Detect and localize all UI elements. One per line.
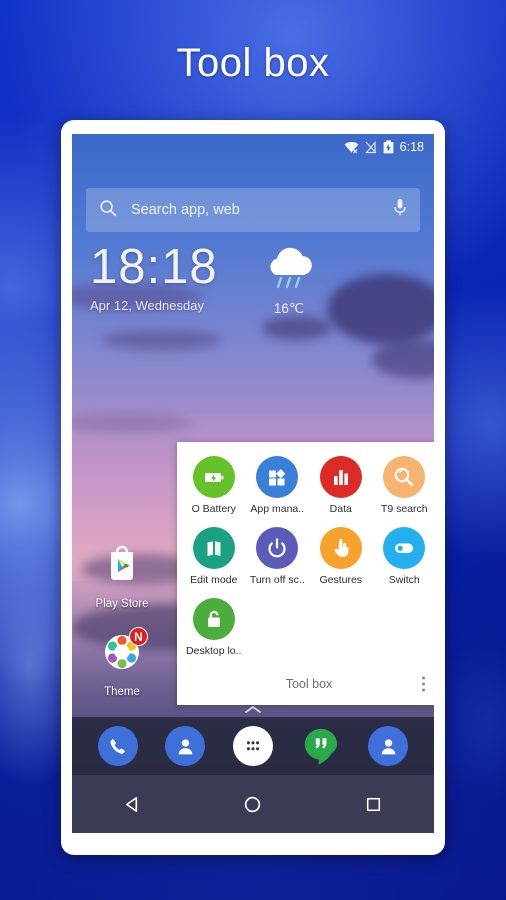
dock-item-contacts[interactable] [165, 726, 206, 766]
toolbox-item-switch[interactable]: Switch [373, 525, 435, 590]
edit-mode-icon [192, 527, 235, 569]
toolbox-item-label: Gestures [319, 574, 363, 586]
toolbox-item-data[interactable]: Data [309, 454, 373, 519]
wifi-off-icon [344, 141, 359, 154]
theme-icon: N [98, 627, 148, 681]
toolbox-grid: O Battery App mana.. Data T9 search Edit… [177, 442, 434, 663]
status-bar: 6:18 [72, 134, 434, 160]
weather-temperature: 16℃ [273, 301, 305, 316]
toolbox-item-edit-mode[interactable]: Edit mode [182, 525, 246, 590]
toolbox-footer: Tool box [177, 663, 434, 705]
dock-item-hangouts[interactable] [301, 726, 341, 766]
dock-item-app-drawer[interactable] [232, 726, 273, 766]
navigation-bar [72, 775, 434, 833]
play-store-icon [98, 545, 146, 592]
toolbox-item-desktop-lock[interactable]: Desktop lo.. [182, 596, 246, 661]
toolbox-item-label: Turn off sc.. [249, 574, 305, 586]
desktop-icon-label: Theme [104, 686, 140, 698]
toolbox-item-label: App mana.. [250, 503, 305, 515]
rain-cloud-icon [259, 247, 319, 296]
toolbox-panel: O Battery App mana.. Data T9 search Edit… [177, 442, 434, 705]
toolbox-item-t9-search[interactable]: T9 search [373, 454, 435, 519]
hand-gesture-icon [319, 527, 362, 569]
recents-square-icon[interactable] [354, 784, 394, 824]
toolbox-item-label: Data [329, 503, 352, 515]
unlock-icon [192, 598, 235, 640]
microphone-icon[interactable] [393, 198, 407, 222]
dock-item-phone[interactable] [97, 726, 138, 766]
phone-mockup: 6:18 Search app, web 18:18 Apr 12, Wedne… [61, 120, 445, 855]
chevron-up-icon[interactable] [72, 704, 434, 717]
status-bar-time: 6:18 [399, 140, 424, 154]
toolbox-item-label: O Battery [191, 503, 236, 515]
power-off-icon [256, 527, 299, 569]
toggle-switch-icon [383, 527, 426, 569]
toolbox-item-gestures[interactable]: Gestures [309, 525, 373, 590]
toolbox-footer-label: Tool box [285, 677, 333, 691]
desktop-icon-label: Play Store [95, 598, 149, 610]
dock [72, 717, 434, 775]
toolbox-item-label: Desktop lo.. [186, 645, 242, 657]
phone-screen: 6:18 Search app, web 18:18 Apr 12, Wedne… [72, 134, 434, 833]
data-usage-icon [319, 456, 362, 498]
toolbox-item-o-battery[interactable]: O Battery [182, 454, 246, 519]
clock-widget[interactable]: 18:18 Apr 12, Wednesday 16℃ [90, 242, 416, 320]
battery-icon [383, 140, 394, 154]
battery-boost-icon [192, 456, 235, 498]
app-manager-icon [256, 456, 299, 498]
dock-item-people[interactable] [368, 726, 409, 766]
more-vertical-icon[interactable] [422, 676, 425, 692]
search-bar[interactable]: Search app, web [86, 188, 420, 232]
search-input[interactable]: Search app, web [131, 202, 393, 218]
desktop-icon-theme[interactable]: N Theme [86, 627, 158, 698]
toolbox-item-label: Edit mode [190, 574, 238, 586]
desktop-icon-play-store[interactable]: Play Store [86, 540, 158, 610]
toolbox-item-label: Switch [388, 574, 420, 586]
toolbox-item-app-manager[interactable]: App mana.. [246, 454, 310, 519]
back-triangle-icon[interactable] [112, 784, 152, 824]
home-circle-icon[interactable] [233, 784, 273, 824]
weather-widget[interactable]: 16℃ [244, 244, 334, 317]
t9-search-icon [383, 456, 426, 498]
theme-badge: N [129, 627, 148, 646]
search-icon [99, 199, 117, 222]
toolbox-item-label: T9 search [380, 503, 428, 515]
signal-off-icon [364, 140, 377, 154]
page-title: Tool box [176, 41, 330, 85]
toolbox-item-turn-off-screen[interactable]: Turn off sc.. [246, 525, 310, 590]
